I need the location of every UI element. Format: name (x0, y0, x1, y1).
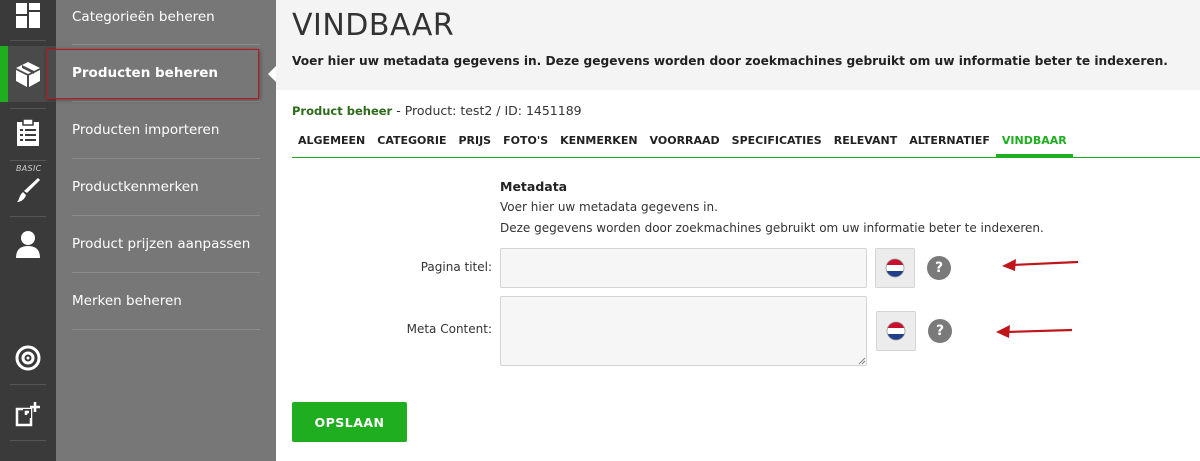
netherlands-flag-icon (885, 258, 905, 278)
page-subtitle: Voer hier uw metadata gegevens in. Deze … (292, 54, 1168, 68)
page-title-input[interactable] (500, 248, 867, 288)
menu-divider (72, 272, 260, 273)
tab-prijs[interactable]: PRIJS (452, 130, 497, 157)
annotation-highlight-box (46, 49, 259, 99)
lifebuoy-icon (15, 345, 41, 371)
rail-divider (10, 440, 46, 441)
tab-categorie[interactable]: CATEGORIE (371, 130, 452, 157)
menu-divider (72, 158, 260, 159)
rail-item-external[interactable] (0, 398, 56, 430)
rail-divider (10, 384, 46, 385)
product-tabs: ALGEMEEN CATEGORIE PRIJS FOTO'S KENMERKE… (292, 130, 1200, 158)
netherlands-flag-icon (886, 321, 906, 341)
rail-divider (10, 216, 46, 217)
menu-item-prices[interactable]: Product prijzen aanpassen (72, 236, 316, 252)
menu-divider (72, 329, 260, 330)
meta-content-textarea[interactable] (500, 296, 867, 366)
rail-item-support[interactable] (0, 342, 56, 374)
menu-item-attributes[interactable]: Productkenmerken (72, 179, 316, 195)
menu-item-import[interactable]: Producten importeren (72, 122, 316, 138)
external-add-icon (15, 402, 40, 427)
breadcrumb-link-product-beheer[interactable]: Product beheer (292, 104, 392, 118)
menu-divider (72, 44, 260, 45)
tab-algemeen[interactable]: ALGEMEEN (292, 130, 371, 157)
tab-fotos[interactable]: FOTO'S (497, 130, 554, 157)
annotation-arrow-icon (996, 325, 1073, 338)
paintbrush-icon (17, 178, 40, 202)
menu-divider (72, 101, 260, 102)
page-header: VINDBAAR Voer hier uw metadata gegevens … (276, 0, 1200, 90)
menu-divider (72, 215, 260, 216)
breadcrumb: Product beheer - Product: test2 / ID: 14… (292, 103, 582, 118)
page-title-help-icon[interactable]: ? (927, 256, 951, 280)
metadata-description-1: Voer hier uw metadata gegevens in. (500, 200, 718, 214)
box-icon (16, 62, 40, 87)
tab-specificaties[interactable]: SPECIFICATIES (726, 130, 828, 157)
tab-alternatief[interactable]: ALTERNATIEF (903, 130, 996, 157)
annotation-arrow-icon (1002, 259, 1079, 271)
meta-content-help-icon[interactable]: ? (928, 319, 952, 343)
metadata-heading: Metadata (500, 179, 568, 194)
page-title: VINDBAAR (292, 8, 455, 43)
rail-divider (10, 160, 46, 161)
tab-voorraad[interactable]: VOORRAAD (644, 130, 726, 157)
meta-content-label: Meta Content: (406, 322, 492, 336)
basic-tag: BASIC (16, 164, 42, 173)
resize-grip-icon[interactable] (856, 355, 866, 365)
rail-item-customers[interactable] (0, 226, 56, 262)
tab-kenmerken[interactable]: KENMERKEN (554, 130, 643, 157)
rail-item-dashboard[interactable] (0, 0, 56, 32)
page-title-label: Pagina titel: (420, 260, 492, 274)
meta-content-language-button[interactable] (876, 311, 916, 351)
menu-item-brands[interactable]: Merken beheren (72, 293, 316, 309)
clipboard-icon (17, 119, 39, 146)
tab-relevant[interactable]: RELEVANT (828, 130, 904, 157)
save-button[interactable]: OPSLAAN (292, 402, 407, 442)
user-icon (16, 231, 40, 258)
breadcrumb-current: - Product: test2 / ID: 1451189 (392, 103, 582, 118)
rail-divider (10, 40, 46, 41)
tab-vindbaar[interactable]: VINDBAAR (995, 130, 1073, 157)
metadata-description-2: Deze gegevens worden door zoekmachines g… (500, 221, 1044, 235)
rail-item-orders[interactable] (0, 114, 56, 152)
rail-item-design[interactable] (0, 174, 56, 206)
dashboard-icon (16, 3, 40, 28)
page-title-language-button[interactable] (875, 248, 915, 288)
rail-divider (10, 108, 46, 109)
